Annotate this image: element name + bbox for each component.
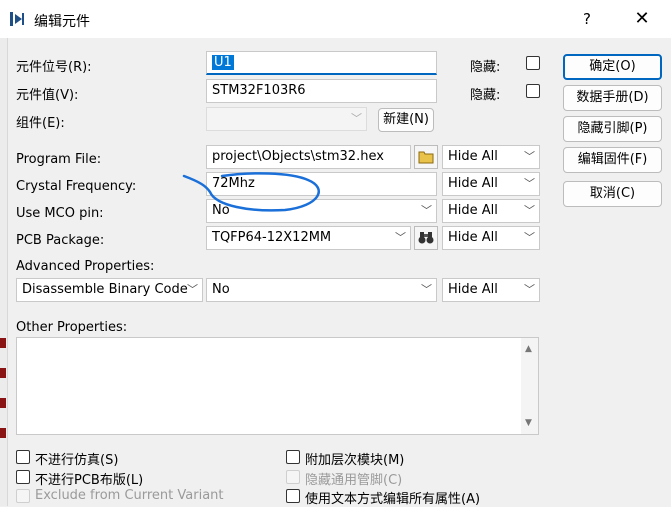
chevron-down-icon: ﹀ xyxy=(524,204,535,217)
close-button[interactable]: ✕ xyxy=(626,6,658,32)
chevron-down-icon: ﹀ xyxy=(421,283,432,296)
attach-hierarchy-label: 附加层次模块(M) xyxy=(305,453,405,468)
crystal-frequency-label: Crystal Frequency: xyxy=(16,179,137,194)
pcb-package-visibility[interactable]: Hide All ﹀ xyxy=(442,226,540,250)
program-file-label: Program File: xyxy=(16,152,102,167)
chevron-down-icon: ﹀ xyxy=(524,177,535,190)
exclude-variant-checkbox xyxy=(16,489,30,503)
text-edit-all-checkbox[interactable] xyxy=(286,489,300,503)
advanced-visibility[interactable]: Hide All ﹀ xyxy=(442,278,540,302)
background-strip xyxy=(0,38,8,506)
ref-label: 元件位号(R): xyxy=(16,60,92,75)
dialog-body: 元件位号(R): U1 隐藏: 元件值(V): STM32F103R6 隐藏: … xyxy=(0,38,671,507)
no-pcb-label: 不进行PCB布版(L) xyxy=(35,473,144,488)
pcb-package-value: TQFP64-12X12MM xyxy=(212,230,332,245)
help-button[interactable]: ? xyxy=(574,6,600,32)
chevron-down-icon: ﹀ xyxy=(395,231,406,244)
vertical-scrollbar[interactable]: ▲ ▼ xyxy=(521,338,538,434)
group-select: ﹀ xyxy=(206,107,367,131)
binoculars-icon[interactable] xyxy=(414,226,438,250)
value-label: 元件值(V): xyxy=(16,88,79,103)
new-button[interactable]: 新建(N) xyxy=(378,108,434,132)
advanced-value-select[interactable]: No ﹀ xyxy=(206,278,437,302)
chevron-down-icon: ﹀ xyxy=(524,283,535,296)
advanced-properties-label: Advanced Properties: xyxy=(16,259,155,274)
crystal-frequency-visibility[interactable]: Hide All ﹀ xyxy=(442,172,540,196)
visibility-value: Hide All xyxy=(448,176,498,191)
edit-firmware-button[interactable]: 编辑固件(F) xyxy=(563,147,662,173)
chevron-down-icon: ﹀ xyxy=(187,283,198,296)
advanced-property-select[interactable]: Disassemble Binary Code ﹀ xyxy=(16,278,203,302)
pcb-package-select[interactable]: TQFP64-12X12MM ﹀ xyxy=(206,226,411,250)
chevron-down-icon: ﹀ xyxy=(524,231,535,244)
no-simulation-checkbox[interactable] xyxy=(16,450,30,464)
ref-input[interactable]: U1 xyxy=(206,51,437,75)
chevron-down-icon: ﹀ xyxy=(421,204,432,217)
hide-value-checkbox[interactable] xyxy=(526,84,540,98)
use-mco-visibility[interactable]: Hide All ﹀ xyxy=(442,199,540,223)
hide-value-label: 隐藏: xyxy=(470,88,501,103)
hide-common-pins-checkbox xyxy=(286,470,300,484)
title-bar: 编辑元件 ? ✕ xyxy=(0,0,671,38)
exclude-variant-label: Exclude from Current Variant xyxy=(35,488,224,503)
group-label: 组件(E): xyxy=(16,116,65,131)
visibility-value: Hide All xyxy=(448,203,498,218)
visibility-value: Hide All xyxy=(448,149,498,164)
other-properties-textarea[interactable]: ▲ ▼ xyxy=(16,337,539,435)
ref-value: U1 xyxy=(212,55,234,70)
attach-hierarchy-checkbox[interactable] xyxy=(286,450,300,464)
cancel-button[interactable]: 取消(C) xyxy=(563,181,662,207)
chevron-down-icon: ﹀ xyxy=(351,112,362,125)
advanced-value: No xyxy=(212,282,230,297)
use-mco-label: Use MCO pin: xyxy=(16,206,104,221)
program-file-visibility[interactable]: Hide All ﹀ xyxy=(442,145,540,169)
window-title: 编辑元件 xyxy=(34,14,90,30)
component-icon xyxy=(10,12,24,26)
scroll-down-icon[interactable]: ▼ xyxy=(525,418,532,428)
scroll-up-icon[interactable]: ▲ xyxy=(525,344,532,354)
chevron-down-icon: ﹀ xyxy=(524,150,535,163)
hide-ref-label: 隐藏: xyxy=(470,60,501,75)
visibility-value: Hide All xyxy=(448,282,498,297)
advanced-property-name: Disassemble Binary Code xyxy=(22,282,188,297)
pcb-package-label: PCB Package: xyxy=(16,233,105,248)
handdrawn-annotation xyxy=(182,172,320,212)
hidden-pins-button[interactable]: 隐藏引脚(P) xyxy=(563,116,662,142)
datasheet-button[interactable]: 数据手册(D) xyxy=(563,85,662,111)
other-properties-label: Other Properties: xyxy=(16,320,128,335)
ok-button[interactable]: 确定(O) xyxy=(563,54,662,80)
folder-icon[interactable] xyxy=(414,145,438,169)
hide-common-pins-label: 隐藏通用管脚(C) xyxy=(305,473,403,488)
no-pcb-checkbox[interactable] xyxy=(16,470,30,484)
visibility-value: Hide All xyxy=(448,230,498,245)
value-input[interactable]: STM32F103R6 xyxy=(206,79,437,103)
hide-ref-checkbox[interactable] xyxy=(526,56,540,70)
no-simulation-label: 不进行仿真(S) xyxy=(35,453,119,468)
text-edit-all-label: 使用文本方式编辑所有属性(A) xyxy=(305,492,481,507)
